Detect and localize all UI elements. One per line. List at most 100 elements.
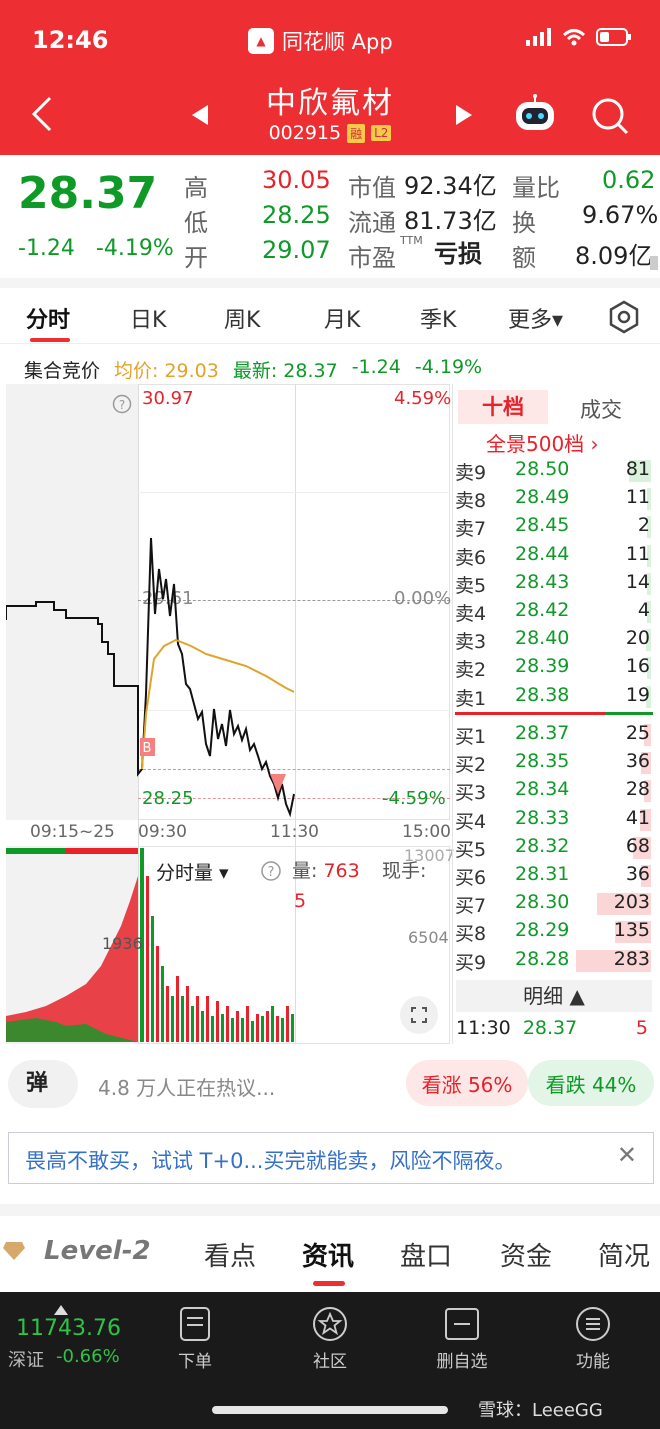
tab-news[interactable]: 资讯 xyxy=(302,1236,354,1273)
bid-volume: 68 xyxy=(625,834,650,857)
robot-assistant-icon[interactable] xyxy=(512,94,558,140)
ask-price: 28.45 xyxy=(515,514,570,537)
ask-row[interactable]: 卖1 28.38 19 xyxy=(455,684,655,712)
ask-row[interactable]: 卖5 28.43 14 xyxy=(455,571,655,599)
tab-profile[interactable]: 简况 xyxy=(598,1236,660,1273)
settings-hexagon-icon[interactable] xyxy=(608,300,640,338)
ask-level-label: 卖9 xyxy=(455,462,487,484)
tab-level2[interactable]: Level-2 xyxy=(44,1236,151,1266)
divider xyxy=(0,278,660,288)
bid-row[interactable]: 买7 28.30 203 xyxy=(455,891,655,919)
back-to-app[interactable]: ▲ 同花顺 App xyxy=(248,26,393,56)
home-indicator[interactable] xyxy=(212,1406,448,1414)
tab-highlights[interactable]: 看点 xyxy=(204,1236,256,1273)
tab-intraday[interactable]: 分时 xyxy=(26,302,70,334)
ask-level-label: 卖3 xyxy=(455,631,487,654)
low-label: 低 xyxy=(184,209,208,237)
ask-row[interactable]: 卖4 28.42 4 xyxy=(455,599,655,627)
tab-daily-k[interactable]: 日K xyxy=(130,302,166,334)
ask-price: 28.49 xyxy=(515,486,570,509)
ask-volume: 81 xyxy=(625,458,650,480)
danmu-toggle[interactable]: 弹 xyxy=(8,1060,78,1108)
vol-extra: 5 xyxy=(294,890,307,912)
tab-ten-levels[interactable]: 十档 xyxy=(458,390,548,424)
bid-level-label: 买8 xyxy=(455,923,487,946)
index-value[interactable]: 11743.76 xyxy=(16,1316,121,1341)
bid-row[interactable]: 买5 28.32 68 xyxy=(455,835,655,863)
open-value: 29.07 xyxy=(262,236,331,264)
nav-functions[interactable]: 功能 xyxy=(553,1306,633,1372)
vol-help-icon[interactable]: ? xyxy=(260,860,282,886)
last-trade-time: 11:30 xyxy=(456,1017,511,1039)
auction-vol-label: 1936 xyxy=(102,934,143,953)
discussing-count[interactable]: 4.8 万人正在热议... xyxy=(98,1072,275,1101)
turnover-label: 换 xyxy=(512,209,536,237)
promo-banner[interactable]: 畏高不敢买，试试 T+0...买完就能卖，风险不隔夜。 ✕ xyxy=(8,1132,654,1184)
status-time: 12:46 xyxy=(32,26,109,54)
vol-value: 763 xyxy=(323,860,360,882)
bull-vote-button[interactable]: 看涨 56% xyxy=(406,1060,528,1106)
volume-type-dropdown[interactable]: 分时量 ▾ xyxy=(150,856,246,888)
stock-code-row: 002915 融 L2 xyxy=(0,122,660,144)
ask-price: 28.43 xyxy=(515,570,570,593)
legend-latest: 最新: 28.37 xyxy=(232,360,338,382)
ask-price: 28.39 xyxy=(515,655,570,678)
scroll-hint xyxy=(650,256,658,270)
bid-volume: 36 xyxy=(625,863,650,885)
turnover-value: 9.67% xyxy=(582,201,659,229)
tab-funds[interactable]: 资金 xyxy=(500,1236,552,1273)
ask-volume: 16 xyxy=(625,655,650,678)
bid-row[interactable]: 买1 28.37 25 xyxy=(455,722,655,750)
last-trade-price: 28.37 xyxy=(522,1017,578,1039)
intraday-chart[interactable]: ? 30.97 4.59% 29.61 0.00% 28.25 -4.59% B… xyxy=(6,384,455,1044)
bid-row[interactable]: 买3 28.34 28 xyxy=(455,778,655,806)
ask-price: 28.50 xyxy=(515,458,570,480)
tab-more[interactable]: 更多▾ xyxy=(508,302,563,334)
bid-price: 28.28 xyxy=(515,947,570,970)
mktcap-label: 市值 xyxy=(348,174,396,202)
nav-order[interactable]: 下单 xyxy=(155,1306,235,1372)
search-icon[interactable] xyxy=(590,96,630,140)
nav-community[interactable]: 社区 xyxy=(290,1306,370,1372)
ask-row[interactable]: 卖9 28.50 81 xyxy=(455,458,655,486)
bid-price: 28.34 xyxy=(515,778,570,801)
ask-volume: 4 xyxy=(637,599,650,621)
ask-row[interactable]: 卖6 28.44 11 xyxy=(455,543,655,571)
vol-top-label: 13007 xyxy=(404,846,455,865)
tab-trades[interactable]: 成交 xyxy=(580,394,622,424)
margin-badge: 融 xyxy=(347,123,366,143)
tab-monthly-k[interactable]: 月K xyxy=(324,302,360,334)
asks-list: 卖9 28.50 81 卖8 28.49 11 卖7 28.45 2 卖6 28.44 11 卖5 28.… xyxy=(455,458,655,716)
ask-row[interactable]: 卖3 28.40 20 xyxy=(455,627,655,655)
functions-menu-icon xyxy=(576,1307,610,1341)
float-value: 81.73亿 xyxy=(404,207,497,235)
bid-row[interactable]: 买6 28.31 36 xyxy=(455,863,655,891)
ask-row[interactable]: 卖2 28.39 16 xyxy=(455,655,655,683)
bid-row[interactable]: 买9 28.28 283 xyxy=(455,948,655,976)
price-change: -1.24 -4.19% xyxy=(18,236,174,261)
last-trade-vol: 5 xyxy=(635,1017,648,1039)
current-price: 28.37 xyxy=(18,168,158,219)
ask-row[interactable]: 卖8 28.49 11 xyxy=(455,486,655,514)
detail-toggle[interactable]: 明细 ▲ xyxy=(456,980,652,1012)
bid-level-label: 买5 xyxy=(455,838,487,861)
ask-row[interactable]: 卖7 28.45 2 xyxy=(455,514,655,542)
fullscreen-icon[interactable] xyxy=(400,996,438,1034)
tab-orderbook[interactable]: 盘口 xyxy=(400,1236,452,1273)
tab-quarterly-k[interactable]: 季K xyxy=(420,302,456,334)
bid-row[interactable]: 买8 28.29 135 xyxy=(455,919,655,947)
panorama-500-link[interactable]: 全景500档 › xyxy=(486,428,599,457)
tab-weekly-k[interactable]: 周K xyxy=(224,302,260,334)
bid-row[interactable]: 买2 28.35 36 xyxy=(455,750,655,778)
pe-value: 亏损 xyxy=(434,240,482,268)
bear-vote-button[interactable]: 看跌 44% xyxy=(528,1060,654,1106)
bid-level-label: 买6 xyxy=(455,867,487,889)
ask-volume: 2 xyxy=(637,514,650,537)
order-icon xyxy=(180,1307,210,1341)
stock-code: 002915 xyxy=(268,122,342,144)
bid-row[interactable]: 买4 28.33 41 xyxy=(455,807,655,835)
nav-remove-watchlist[interactable]: 删自选 xyxy=(422,1306,502,1372)
close-icon[interactable]: ✕ xyxy=(617,1141,637,1169)
signal-icon xyxy=(526,28,551,46)
next-stock-icon[interactable] xyxy=(454,104,474,130)
